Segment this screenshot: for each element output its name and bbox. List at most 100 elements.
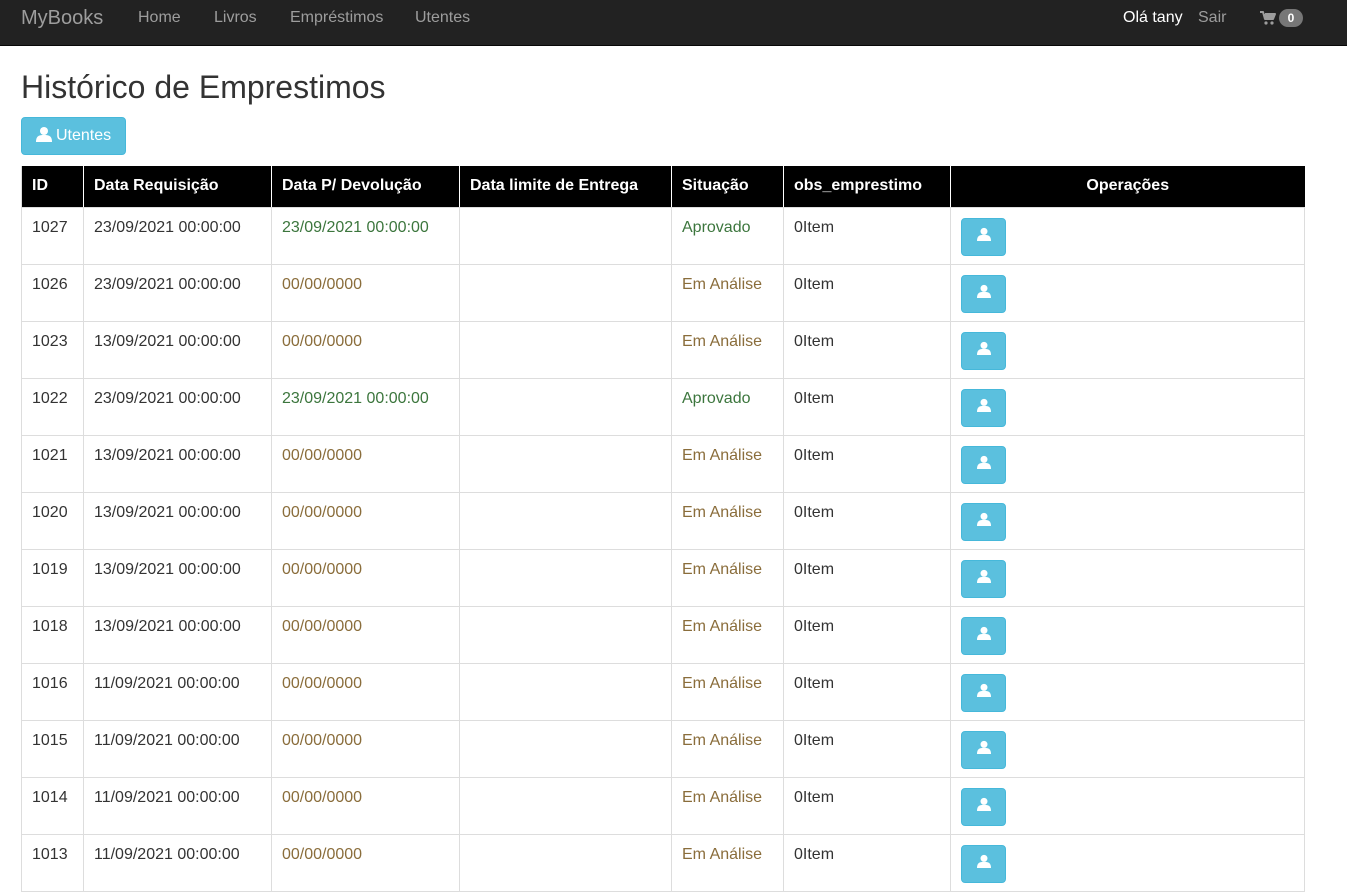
user-icon (976, 626, 991, 645)
cell-data-limite (459, 719, 672, 778)
cell-situacao: Aprovado (671, 377, 784, 436)
cell-operacoes (950, 263, 1305, 322)
view-utente-button[interactable] (961, 217, 1006, 256)
utentes-button-label: Utentes (56, 127, 112, 144)
column-header-data-limite: Data limite de Entrega (459, 166, 672, 208)
cell-data-devolucao: 23/09/2021 00:00:00 (271, 206, 460, 265)
view-utente-button[interactable] (961, 388, 1006, 427)
view-utente-button[interactable] (961, 844, 1006, 883)
cell-operacoes (950, 377, 1305, 436)
column-header-operacoes: Operações (950, 166, 1305, 208)
cell-obs: 0Item (783, 434, 951, 493)
cell-data-limite (459, 491, 672, 550)
cell-obs: 0Item (783, 263, 951, 322)
cell-data-devolucao: 00/00/0000 (271, 263, 460, 322)
cell-obs: 0Item (783, 605, 951, 664)
cell-id: 1016 (21, 662, 84, 721)
cell-operacoes (950, 605, 1305, 664)
nav-link-livros[interactable]: Livros (214, 0, 257, 36)
table-row: 1015 11/09/2021 00:00:00 00/00/0000 Em Anál… (21, 719, 1305, 778)
view-utente-button[interactable] (961, 616, 1006, 655)
view-utente-button[interactable] (961, 673, 1006, 712)
cell-situacao: Em Análise (671, 662, 784, 721)
cell-data-requisicao: 23/09/2021 00:00:00 (83, 263, 272, 322)
brand-logo[interactable]: MyBooks (21, 0, 103, 36)
table-row: 1016 11/09/2021 00:00:00 00/00/0000 Em Anál… (21, 662, 1305, 721)
user-icon (976, 341, 991, 360)
cell-situacao: Em Análise (671, 548, 784, 607)
cell-data-limite (459, 662, 672, 721)
cell-obs: 0Item (783, 548, 951, 607)
cell-id: 1021 (21, 434, 84, 493)
cell-id: 1022 (21, 377, 84, 436)
loans-history-table: ID Data Requisição Data P/ Devolução Dat… (21, 166, 1305, 892)
column-header-situacao: Situação (671, 166, 784, 208)
view-utente-button[interactable] (961, 274, 1006, 313)
cell-obs: 0Item (783, 206, 951, 265)
cell-id: 1019 (21, 548, 84, 607)
loans-table-wrapper: ID Data Requisição Data P/ Devolução Dat… (21, 166, 1305, 892)
column-header-data-devolucao: Data P/ Devolução (271, 166, 460, 208)
cell-operacoes (950, 662, 1305, 721)
nav-link-utentes[interactable]: Utentes (415, 0, 470, 36)
cell-situacao: Em Análise (671, 491, 784, 550)
table-row: 1018 13/09/2021 00:00:00 00/00/0000 Em Anál… (21, 605, 1305, 664)
cell-data-devolucao: 00/00/0000 (271, 605, 460, 664)
cell-data-devolucao: 00/00/0000 (271, 776, 460, 835)
cart-count-badge: 0 (1279, 9, 1303, 27)
cell-id: 1026 (21, 263, 84, 322)
view-utente-button[interactable] (961, 445, 1006, 484)
cart-link[interactable]: 0 (1260, 8, 1303, 28)
cell-data-devolucao: 00/00/0000 (271, 434, 460, 493)
user-icon (976, 569, 991, 588)
view-utente-button[interactable] (961, 730, 1006, 769)
view-utente-button[interactable] (961, 331, 1006, 370)
column-header-data-requisicao: Data Requisição (83, 166, 272, 208)
cell-operacoes (950, 206, 1305, 265)
cell-data-requisicao: 13/09/2021 00:00:00 (83, 605, 272, 664)
user-icon (976, 683, 991, 702)
nav-link-home[interactable]: Home (138, 0, 181, 36)
user-icon (976, 284, 991, 303)
page-title: Histórico de Emprestimos (21, 69, 386, 105)
cell-data-requisicao: 23/09/2021 00:00:00 (83, 377, 272, 436)
shopping-cart-icon (1260, 11, 1276, 25)
cell-data-requisicao: 11/09/2021 00:00:00 (83, 719, 272, 778)
cell-data-limite (459, 263, 672, 322)
utentes-button[interactable]: Utentes (21, 117, 127, 155)
cell-operacoes (950, 434, 1305, 493)
cell-data-devolucao: 00/00/0000 (271, 548, 460, 607)
table-row: 1014 11/09/2021 00:00:00 00/00/0000 Em Anál… (21, 776, 1305, 835)
nav-link-emprestimos[interactable]: Empréstimos (290, 0, 383, 36)
cell-id: 1018 (21, 605, 84, 664)
cell-situacao: Em Análise (671, 605, 784, 664)
cell-data-requisicao: 11/09/2021 00:00:00 (83, 776, 272, 835)
cell-data-devolucao: 00/00/0000 (271, 320, 460, 379)
cell-obs: 0Item (783, 491, 951, 550)
view-utente-button[interactable] (961, 787, 1006, 826)
view-utente-button[interactable] (961, 502, 1006, 541)
cell-situacao: Em Análise (671, 776, 784, 835)
cell-situacao: Aprovado (671, 206, 784, 265)
view-utente-button[interactable] (961, 559, 1006, 598)
user-icon (976, 512, 991, 531)
column-header-id: ID (21, 166, 84, 208)
cell-obs: 0Item (783, 662, 951, 721)
cell-obs: 0Item (783, 377, 951, 436)
cell-data-limite (459, 320, 672, 379)
cell-data-limite (459, 434, 672, 493)
cell-id: 1020 (21, 491, 84, 550)
user-icon (976, 227, 991, 246)
cell-operacoes (950, 548, 1305, 607)
cell-obs: 0Item (783, 719, 951, 778)
cell-id: 1027 (21, 206, 84, 265)
table-row: 1026 23/09/2021 00:00:00 00/00/0000 Em Anál… (21, 263, 1305, 322)
cell-id: 1015 (21, 719, 84, 778)
cell-id: 1023 (21, 320, 84, 379)
user-icon (976, 455, 991, 474)
user-icon (976, 398, 991, 417)
cell-data-requisicao: 23/09/2021 00:00:00 (83, 206, 272, 265)
logout-link[interactable]: Sair (1198, 0, 1226, 36)
table-row: 1019 13/09/2021 00:00:00 00/00/0000 Em Anál… (21, 548, 1305, 607)
cell-operacoes (950, 719, 1305, 778)
